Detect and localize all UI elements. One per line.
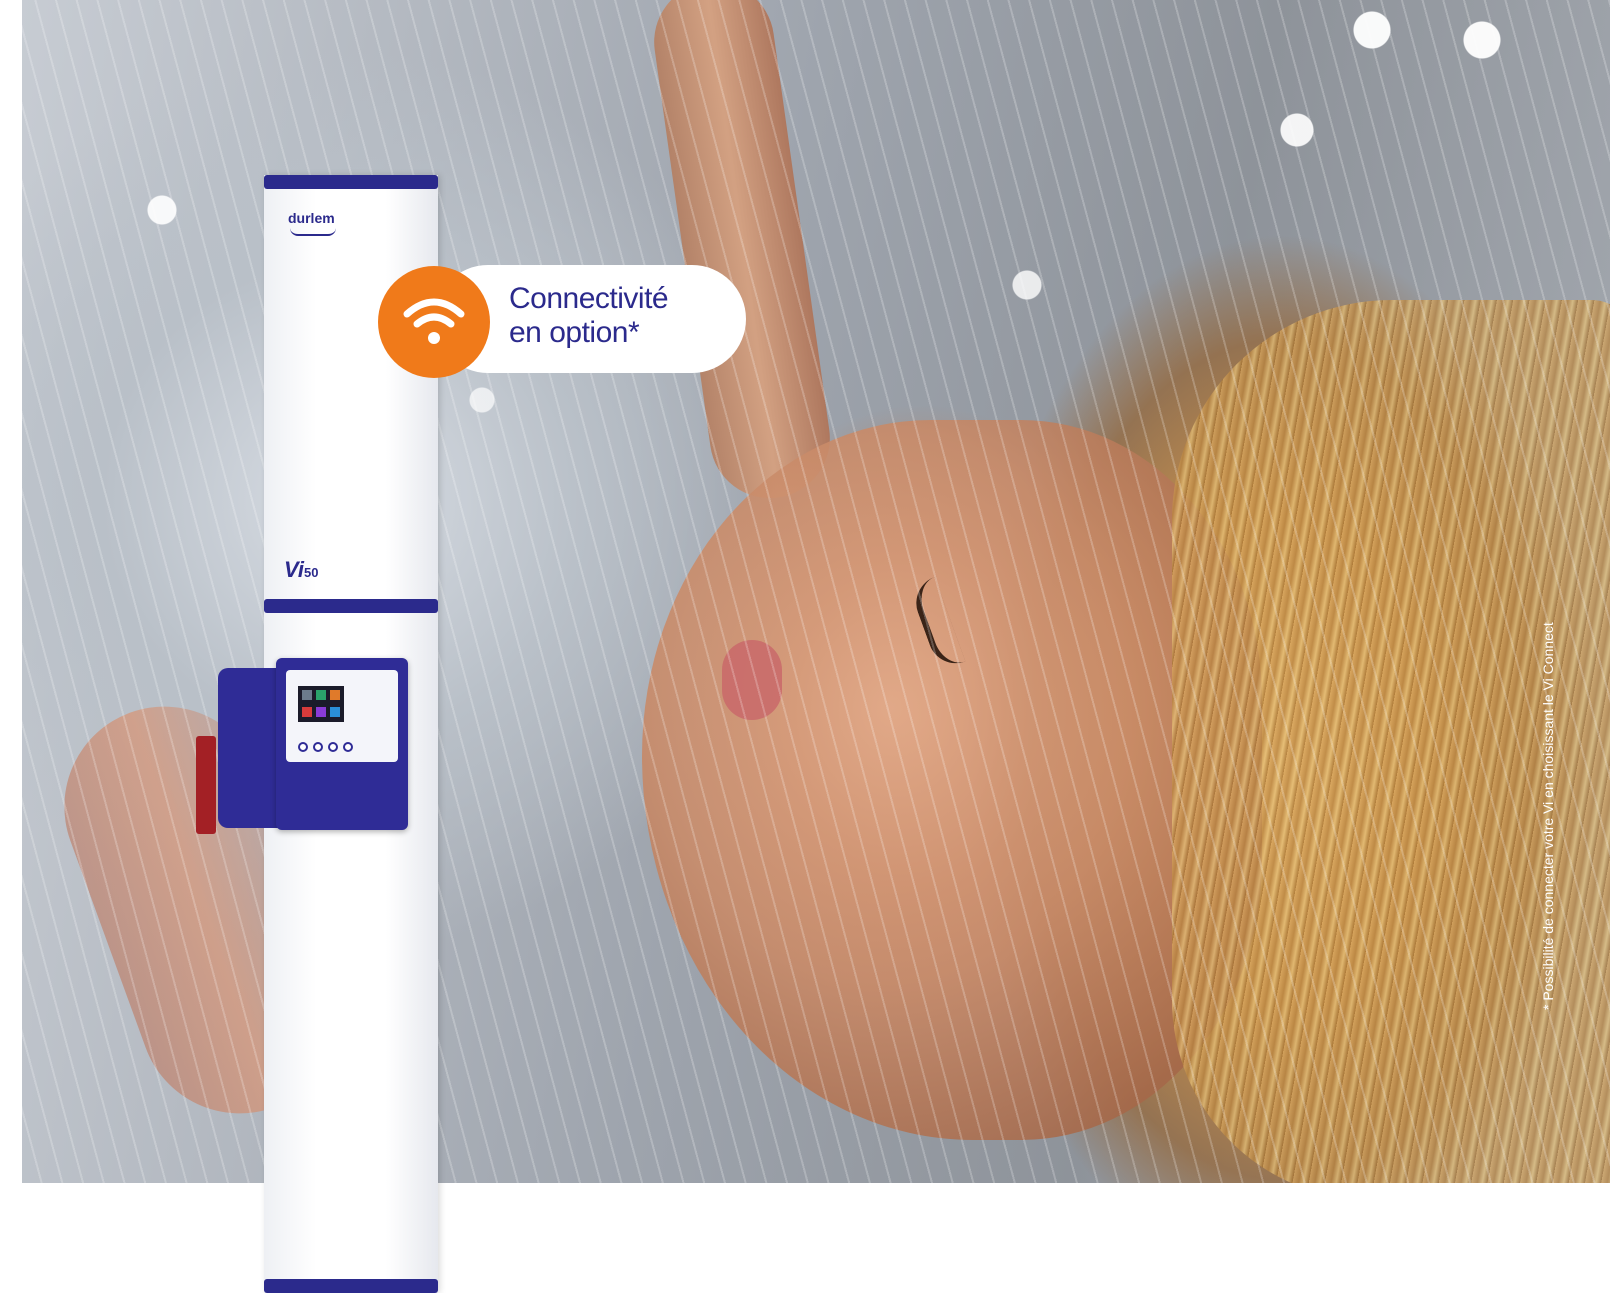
valve-handle: [196, 736, 216, 834]
bottom-band: [264, 1279, 438, 1293]
footnote: * Possibilité de connecter votre Vi en c…: [1540, 622, 1556, 1010]
controller-screen: [298, 686, 344, 722]
wifi-icon: [378, 266, 490, 378]
middle-band: [264, 599, 438, 613]
connectivity-line2: en option*: [509, 316, 640, 349]
connectivity-line1: Connectivité: [509, 282, 669, 315]
water-spray: [22, 0, 1610, 1183]
brand-wave-icon: [290, 228, 336, 236]
controller-button: [328, 742, 338, 752]
controller-panel: [286, 670, 398, 762]
controller-unit: [276, 658, 408, 830]
controller-button: [313, 742, 323, 752]
shower-photo: [22, 0, 1610, 1183]
controller-side: [218, 668, 278, 828]
model-label: Vi50: [284, 557, 319, 582]
controller-button: [343, 742, 353, 752]
top-band: [264, 175, 438, 189]
connectivity-text: Connectivité en option*: [509, 282, 669, 350]
brand-logo: durlem: [288, 210, 335, 226]
controller-button: [298, 742, 308, 752]
